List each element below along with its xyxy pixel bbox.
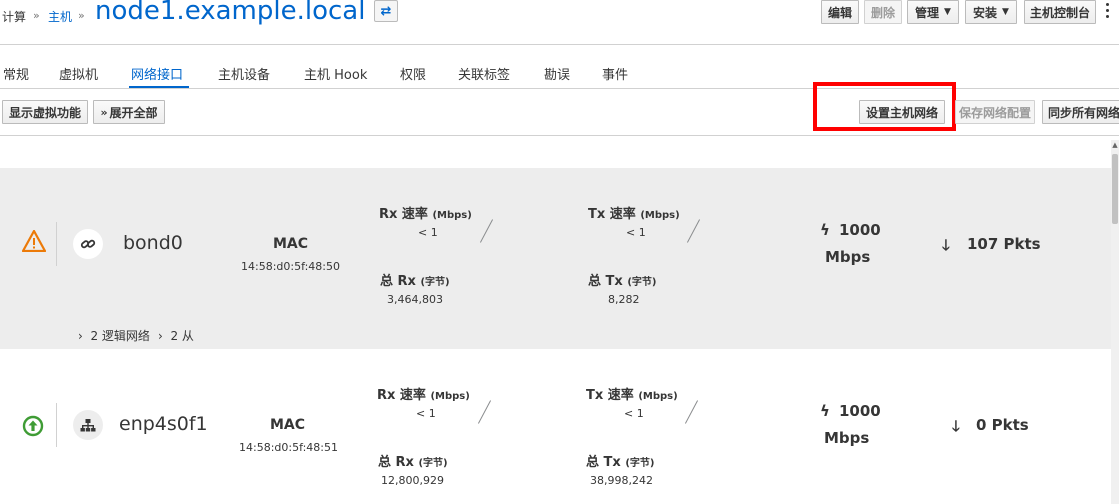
page-title: node1.example.local xyxy=(95,0,366,26)
link-speed-value: 1000 xyxy=(839,402,881,420)
header-divider xyxy=(0,44,1119,45)
mac-address: 14:58:d0:5f:48:51 xyxy=(239,441,338,454)
interface-name: enp4s0f1 xyxy=(119,413,208,435)
bolt-icon: ϟ xyxy=(820,402,830,420)
dropped-packets: 107 Pkts xyxy=(967,235,1041,253)
caret-down-icon: ▼ xyxy=(944,7,951,17)
interface-name: bond0 xyxy=(123,232,183,254)
link-speed-unit: Mbps xyxy=(824,429,870,447)
host-console-button[interactable]: 主机控制台 xyxy=(1024,0,1096,24)
nic-network-icon xyxy=(73,410,103,440)
tab-events[interactable]: 事件 xyxy=(602,64,628,83)
breadcrumb-compute: 计算 xyxy=(2,10,27,24)
kebab-menu-icon[interactable] xyxy=(1106,3,1110,21)
rx-rate-value: < 1 xyxy=(418,226,438,239)
scrollbar-thumb[interactable] xyxy=(1112,154,1118,224)
tx-rate-label: Tx 速率 (Mbps) xyxy=(586,388,678,403)
caret-down-icon: ▼ xyxy=(1002,7,1009,17)
vertical-scrollbar[interactable]: ▲ xyxy=(1111,140,1119,504)
row-divider xyxy=(56,403,57,447)
tab-host-hook[interactable]: 主机 Hook xyxy=(304,64,367,83)
mac-address: 14:58:d0:5f:48:50 xyxy=(241,260,340,273)
total-rx-label: 总 Rx (字节) xyxy=(380,274,450,289)
subtoolbar-divider xyxy=(0,135,1119,136)
link-speed-unit: Mbps xyxy=(825,248,871,266)
total-tx-label: 总 Tx (字节) xyxy=(588,274,657,289)
total-rx-value: 3,464,803 xyxy=(387,293,443,306)
tab-errata[interactable]: 勘误 xyxy=(544,64,570,83)
total-rx-label: 总 Rx (字节) xyxy=(378,455,448,470)
warning-icon xyxy=(21,229,47,256)
tab-vms[interactable]: 虚拟机 xyxy=(59,64,98,83)
breadcrumb-hosts-link[interactable]: 主机 xyxy=(48,8,72,25)
rx-rate-label: Rx 速率 (Mbps) xyxy=(379,207,472,222)
total-tx-value: 8,282 xyxy=(608,293,640,306)
save-network-config-button[interactable]: 保存网络配置 xyxy=(955,100,1035,124)
highlight-box xyxy=(813,82,956,131)
tx-rate-value: < 1 xyxy=(624,407,644,420)
arrow-down-icon: 🡓 xyxy=(952,417,960,435)
status-up-icon xyxy=(22,415,44,441)
tab-permissions[interactable]: 权限 xyxy=(400,64,426,83)
total-tx-label: 总 Tx (字节) xyxy=(586,455,655,470)
scroll-up-icon[interactable]: ▲ xyxy=(1111,140,1119,150)
arrow-down-icon: 🡓 xyxy=(942,236,950,254)
slaves-toggle[interactable]: › 2 从 xyxy=(158,327,194,344)
tab-host-devices[interactable]: 主机设备 xyxy=(218,64,270,83)
sync-all-networks-button[interactable]: 同步所有网络 xyxy=(1042,100,1119,124)
mac-label: MAC xyxy=(270,417,306,433)
total-tx-value: 38,998,242 xyxy=(590,474,653,487)
double-chevron-down-icon: » xyxy=(100,105,108,119)
show-virtual-functions-button[interactable]: 显示虚拟功能 xyxy=(2,100,88,124)
breadcrumb-separator: » xyxy=(33,9,40,22)
dropped-packets: 0 Pkts xyxy=(976,416,1029,434)
row-divider xyxy=(56,222,57,266)
bond-link-icon xyxy=(73,229,103,259)
total-rx-value: 12,800,929 xyxy=(381,474,444,487)
expand-all-button[interactable]: » 展开全部 xyxy=(93,100,165,124)
tx-rate-label: Tx 速率 (Mbps) xyxy=(588,207,680,222)
edit-button[interactable]: 编辑 xyxy=(821,0,859,24)
rx-rate-value: < 1 xyxy=(416,407,436,420)
rate-chart-slash xyxy=(477,400,492,424)
tab-network-interfaces[interactable]: 网络接口 xyxy=(131,64,183,83)
rx-rate-label: Rx 速率 (Mbps) xyxy=(377,388,470,403)
tab-affinity-labels[interactable]: 关联标签 xyxy=(458,64,510,83)
tab-general[interactable]: 常规 xyxy=(3,64,29,83)
install-dropdown[interactable]: 安装 ▼ xyxy=(965,0,1017,24)
delete-button[interactable]: 删除 xyxy=(864,0,902,24)
swap-arrows-icon: ⇄ xyxy=(380,3,392,19)
bolt-icon: ϟ xyxy=(820,221,830,239)
tx-rate-value: < 1 xyxy=(626,226,646,239)
breadcrumb-separator: » xyxy=(78,9,85,22)
mac-label: MAC xyxy=(273,236,309,252)
logical-networks-toggle[interactable]: › 2 逻辑网络 xyxy=(78,327,150,344)
manage-dropdown[interactable]: 管理 ▼ xyxy=(907,0,959,24)
link-speed-value: 1000 xyxy=(839,221,881,239)
rate-chart-slash xyxy=(684,400,699,424)
switch-host-button[interactable]: ⇄ xyxy=(374,0,398,22)
